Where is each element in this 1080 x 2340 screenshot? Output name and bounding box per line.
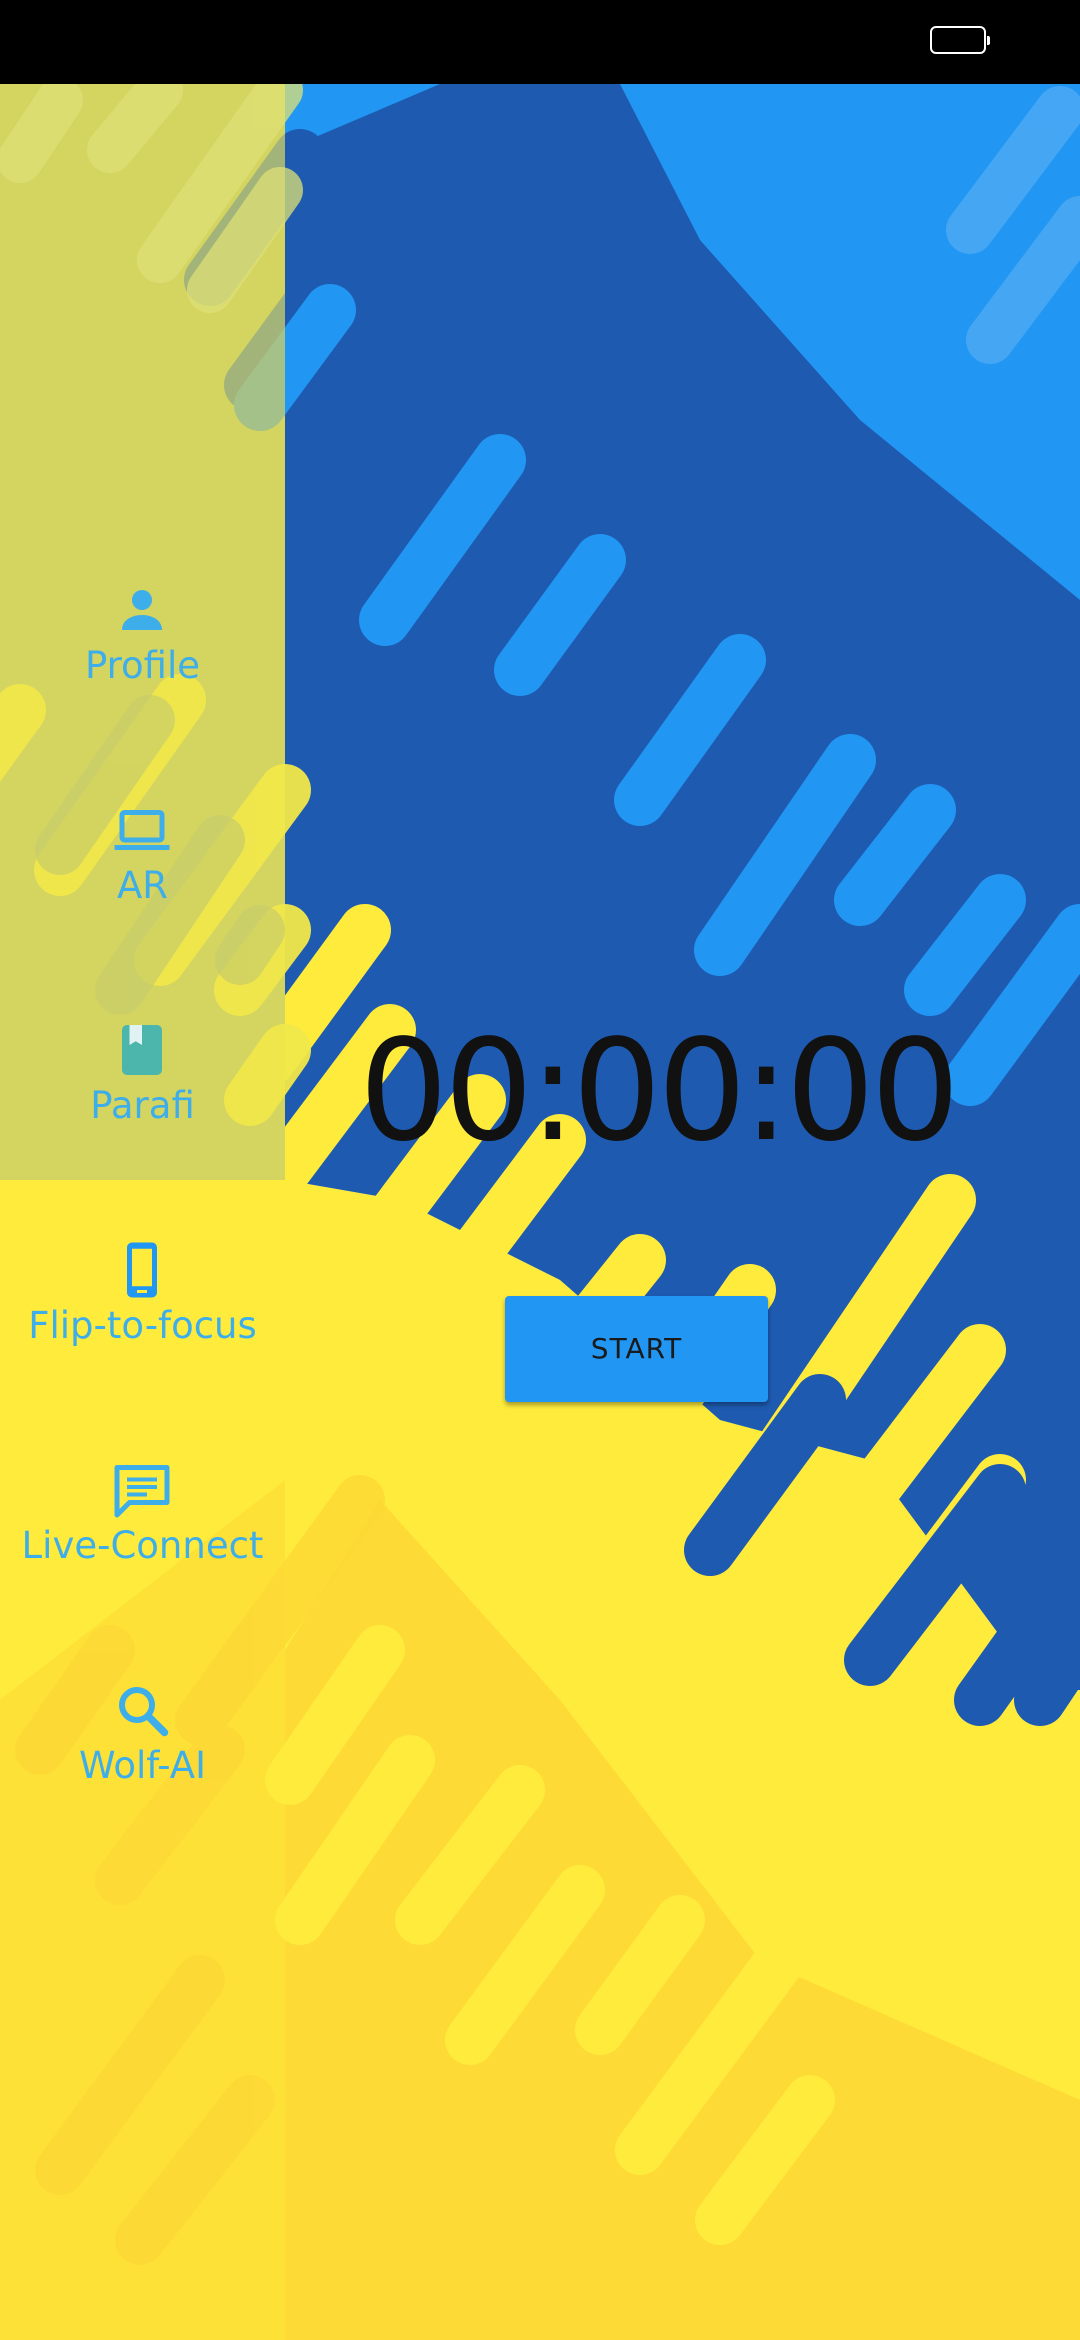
sidebar-item-wolf-ai[interactable]: Wolf-AI (0, 1680, 285, 1830)
sidebar-item-ar[interactable]: AR (0, 800, 285, 950)
battery-icon (930, 26, 990, 54)
person-icon (112, 580, 172, 640)
sidebar-item-label: AR (116, 864, 169, 907)
app-screen: Profile AR Parafi Flip-to-focus Live-Con (0, 0, 1080, 2340)
start-button[interactable]: START (505, 1296, 768, 1402)
chat-icon (112, 1460, 172, 1520)
sidebar-nav: Profile AR Parafi Flip-to-focus Live-Con (0, 84, 285, 2340)
sidebar-item-flip-to-focus[interactable]: Flip-to-focus (0, 1240, 285, 1390)
laptop-icon (112, 800, 172, 860)
phone-icon (112, 1240, 172, 1300)
sidebar-item-live-connect[interactable]: Live-Connect (0, 1460, 285, 1610)
sidebar-item-profile[interactable]: Profile (0, 580, 285, 730)
sidebar-item-label: Flip-to-focus (28, 1304, 257, 1347)
status-bar (0, 0, 1080, 84)
timer-display: 00:00:00 (359, 1010, 960, 1173)
sidebar-item-label: Live-Connect (21, 1524, 264, 1567)
sidebar-item-label: Wolf-AI (78, 1744, 207, 1787)
sidebar-item-label: Parafi (90, 1084, 195, 1127)
book-icon (112, 1020, 172, 1080)
search-icon (112, 1680, 172, 1740)
sidebar-item-parafi[interactable]: Parafi (0, 1020, 285, 1170)
sidebar-item-label: Profile (84, 644, 201, 687)
